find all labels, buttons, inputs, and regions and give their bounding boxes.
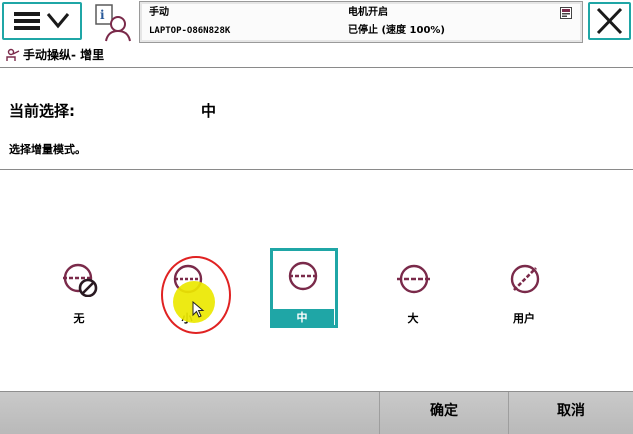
increment-large-icon	[397, 264, 431, 294]
divider	[0, 67, 633, 68]
hamburger-menu-icon	[14, 12, 70, 30]
operation-mode: 手动	[149, 7, 169, 18]
increment-user-icon	[510, 264, 540, 294]
mouse-pointer-icon	[192, 301, 205, 318]
increment-option-user[interactable]: 用户	[492, 251, 556, 329]
event-log-icon[interactable]: i	[94, 3, 134, 43]
option-label: 中	[270, 309, 334, 326]
view-title-bar: 手动操纵- 增里	[0, 44, 633, 66]
current-selection-label: 当前选择:	[9, 102, 75, 120]
increment-options-panel: 无 小 中 大 用户	[0, 170, 633, 390]
increment-option-none[interactable]: 无	[47, 251, 111, 329]
increment-none-icon	[63, 263, 98, 297]
program-state: 已停止 (速度 100%)	[348, 25, 445, 36]
page-title: 手动操纵- 增里	[23, 48, 105, 62]
controller-name: LAPTOP-O86N828K	[149, 26, 231, 36]
option-label: 用户	[513, 312, 535, 325]
close-button[interactable]	[588, 2, 631, 40]
touch-highlight-ring	[161, 256, 231, 334]
option-label: 大	[407, 312, 419, 325]
current-selection-value: 中	[201, 102, 217, 120]
close-icon	[596, 7, 623, 35]
cancel-button[interactable]: 取消	[509, 392, 633, 434]
command-bar: 确定 取消	[0, 391, 633, 434]
ok-button[interactable]: 确定	[380, 392, 508, 434]
option-label: 无	[73, 312, 85, 325]
increment-option-large[interactable]: 大	[381, 251, 445, 329]
svg-text:i: i	[100, 8, 105, 22]
increment-option-medium[interactable]: 中	[270, 248, 338, 328]
quickset-icon	[560, 7, 572, 19]
top-status-bar: i 手动 LAPTOP-O86N828K 电机开启 已停止 (速度 100%)	[0, 0, 633, 48]
main-menu-button[interactable]	[2, 2, 82, 40]
instruction-text: 选择增量模式。	[9, 143, 86, 156]
status-panel[interactable]: 手动 LAPTOP-O86N828K 电机开启 已停止 (速度 100%)	[139, 1, 583, 43]
increment-medium-icon	[288, 261, 318, 291]
jogging-icon	[6, 48, 20, 61]
motor-state: 电机开启	[348, 7, 388, 18]
